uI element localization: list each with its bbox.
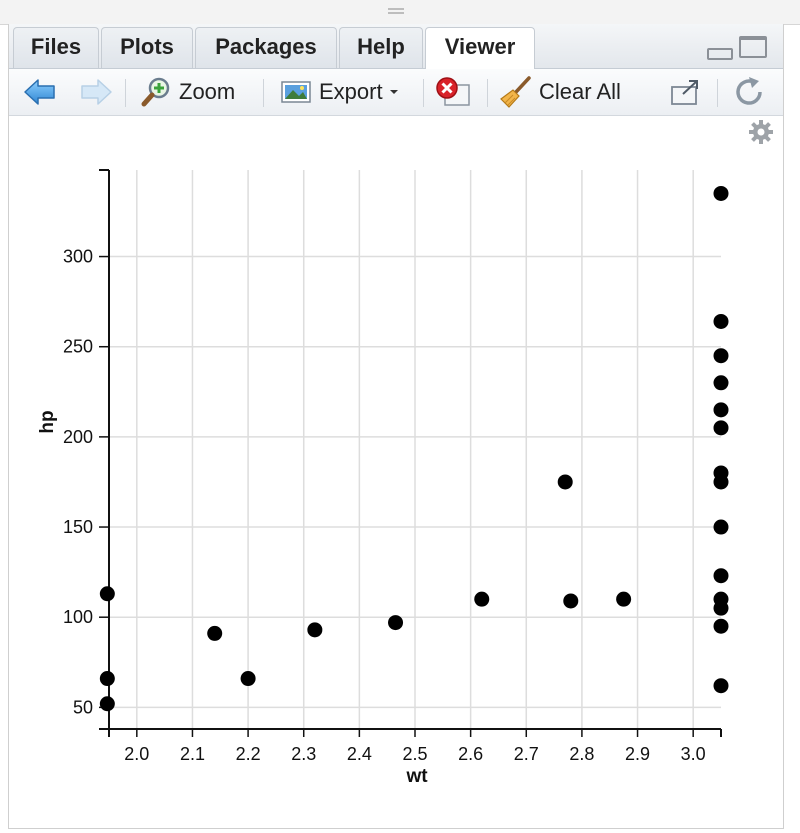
toolbar-separator — [487, 79, 488, 107]
scatter-point[interactable] — [99, 696, 115, 712]
gear-icon[interactable] — [747, 118, 775, 146]
scatter-point[interactable] — [240, 671, 256, 687]
y-axis-label: hp — [37, 410, 58, 433]
scatter-point[interactable] — [713, 185, 729, 201]
upper-pane-edge — [0, 0, 800, 25]
refresh-button[interactable] — [731, 73, 767, 111]
y-tick-label: 50 — [73, 697, 93, 717]
x-tick-label: 2.2 — [236, 744, 261, 764]
picture-export-icon — [281, 81, 311, 103]
arrow-left-icon — [24, 79, 55, 105]
x-tick-label: 2.8 — [569, 744, 594, 764]
x-tick-label: 2.1 — [180, 744, 205, 764]
dropdown-caret-icon — [389, 90, 398, 94]
export-button[interactable]: Export — [279, 73, 401, 111]
magnifier-plus-icon — [141, 77, 170, 107]
x-tick-label: 2.0 — [124, 744, 149, 764]
maximize-pane-icon[interactable] — [739, 36, 767, 58]
scatter-point[interactable] — [563, 593, 579, 609]
viewer-toolbar: Zoom Export Clear All — [9, 69, 783, 116]
scatter-point[interactable] — [99, 586, 115, 602]
export-label: Export — [319, 79, 383, 104]
scatter-point[interactable] — [713, 375, 729, 391]
scatter-point[interactable] — [616, 591, 632, 607]
viewer-content: 2.0 2.1 2.2 2.3 2.4 2.5 2.6 2.7 2.8 2.9 3.0 50 100 15… — [9, 116, 783, 828]
scatter-point[interactable] — [99, 671, 115, 687]
back-button[interactable] — [23, 73, 57, 111]
y-tick-label: 300 — [63, 247, 93, 267]
refresh-icon — [736, 77, 762, 105]
chart-ticks: 2.0 2.1 2.2 2.3 2.4 2.5 2.6 2.7 2.8 2.9 3.0 50 100 15… — [63, 247, 706, 764]
y-tick-label: 150 — [63, 517, 93, 537]
arrow-right-icon — [81, 79, 112, 105]
pane-tabbar: Files Plots Packages Help Viewer — [9, 24, 783, 69]
scatter-point[interactable] — [713, 678, 729, 694]
clear-all-button[interactable]: Clear All — [499, 73, 621, 111]
scatter-point[interactable] — [713, 600, 729, 616]
scatter-chart: 2.0 2.1 2.2 2.3 2.4 2.5 2.6 2.7 2.8 2.9 3.0 50 100 15… — [37, 169, 729, 787]
x-tick-label: 2.9 — [625, 744, 650, 764]
y-tick-label: 200 — [63, 427, 93, 447]
popout-window-icon — [671, 80, 698, 105]
x-tick-label: 2.7 — [514, 744, 539, 764]
popout-button[interactable] — [669, 73, 703, 111]
toolbar-separator — [125, 79, 126, 107]
scatter-point[interactable] — [713, 568, 729, 584]
rstudio-pane-window: Files Plots Packages Help Viewer Zoom Ex… — [0, 0, 800, 830]
x-tick-label: 2.4 — [347, 744, 372, 764]
x-tick-label: 2.6 — [458, 744, 483, 764]
scatter-point[interactable] — [713, 313, 729, 329]
x-tick-label: 3.0 — [681, 744, 706, 764]
forward-button[interactable] — [79, 73, 113, 111]
tab-help[interactable]: Help — [339, 27, 423, 68]
y-tick-label: 100 — [63, 607, 93, 627]
y-tick-label: 250 — [63, 337, 93, 357]
x-tick-label: 2.5 — [402, 744, 427, 764]
minimize-pane-icon[interactable] — [707, 48, 733, 60]
chart-grid — [109, 170, 721, 729]
scatter-point[interactable] — [713, 618, 729, 634]
x-tick-label: 2.3 — [291, 744, 316, 764]
scatter-point[interactable] — [713, 420, 729, 436]
broom-icon — [500, 76, 531, 108]
toolbar-separator — [717, 79, 718, 107]
tab-viewer[interactable]: Viewer — [425, 27, 535, 69]
toolbar-separator — [423, 79, 424, 107]
scatter-point[interactable] — [307, 622, 323, 638]
zoom-label: Zoom — [179, 79, 236, 104]
scatter-point[interactable] — [713, 474, 729, 490]
remove-viewer-icon — [436, 77, 470, 106]
scatter-point[interactable] — [713, 348, 729, 364]
x-axis-label: wt — [405, 766, 428, 787]
zoom-button[interactable]: Zoom — [141, 73, 235, 111]
toolbar-separator — [263, 79, 264, 107]
scatter-point[interactable] — [207, 625, 223, 641]
tab-plots[interactable]: Plots — [101, 27, 193, 68]
scatter-point[interactable] — [474, 591, 490, 607]
scatter-point[interactable] — [388, 615, 404, 631]
tab-packages[interactable]: Packages — [195, 27, 337, 68]
remove-viewer-button[interactable] — [433, 73, 473, 111]
chart-points — [99, 185, 729, 712]
scatter-point[interactable] — [713, 519, 729, 535]
tab-files[interactable]: Files — [13, 27, 99, 68]
viewer-pane: Files Plots Packages Help Viewer Zoom Ex… — [8, 24, 784, 829]
clear-all-label: Clear All — [539, 79, 621, 104]
pane-resize-handle[interactable] — [388, 8, 404, 14]
scatter-point[interactable] — [713, 402, 729, 418]
scatter-point[interactable] — [557, 474, 573, 490]
